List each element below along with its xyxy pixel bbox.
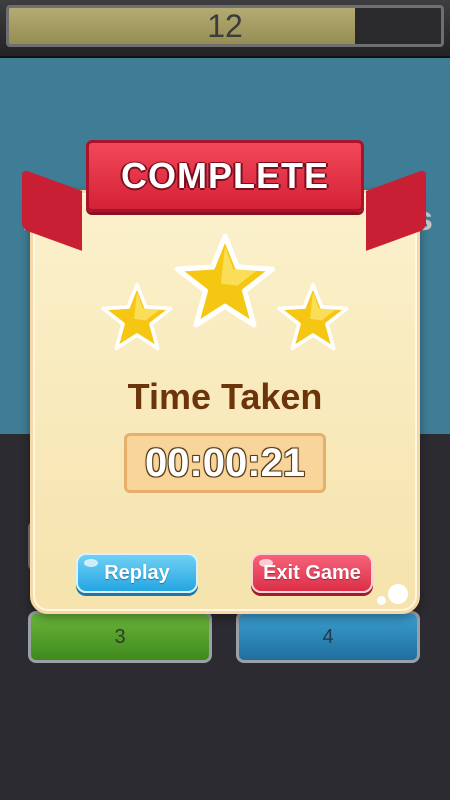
top-bar: 12 — [0, 0, 450, 58]
time-display: 00:00:21 — [124, 433, 326, 493]
replay-button[interactable]: Replay — [76, 553, 198, 593]
star-icon — [100, 282, 174, 352]
star-icon — [173, 232, 277, 330]
timer-value: 12 — [207, 7, 243, 44]
time-taken-value: 00:00:21 — [144, 440, 306, 485]
answer-tile-3[interactable]: 3 — [28, 611, 212, 663]
timer-progress-bar: 12 — [6, 5, 444, 47]
answer-tile-4[interactable]: 4 — [236, 611, 420, 663]
star-icon — [276, 282, 350, 352]
sparkle-decoration — [388, 584, 408, 604]
title-ribbon: COMPLETE — [86, 140, 364, 212]
dialog-title: COMPLETE — [120, 155, 329, 196]
time-taken-label: Time Taken — [127, 376, 323, 417]
exit-game-button[interactable]: Exit Game — [251, 553, 373, 593]
sparkle-decoration — [377, 596, 386, 605]
